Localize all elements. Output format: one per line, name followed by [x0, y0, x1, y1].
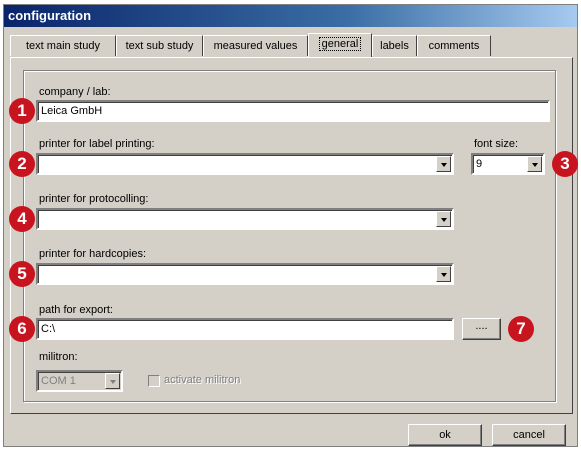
chevron-down-icon[interactable] — [527, 156, 542, 172]
browse-button[interactable]: .... — [462, 318, 501, 340]
chevron-down-icon[interactable] — [436, 156, 451, 172]
tab-label: labels — [380, 40, 409, 52]
title-bar: configuration — [4, 5, 577, 27]
protocol-printer-select[interactable] — [36, 208, 454, 230]
activate-militron-checkbox[interactable] — [148, 375, 160, 387]
export-path-input[interactable]: C:\ — [36, 318, 454, 340]
export-path-label: path for export: — [39, 304, 113, 316]
callout-badge-2: 2 — [9, 151, 35, 177]
tab-label: general — [318, 37, 362, 51]
callout-badge-6: 6 — [9, 316, 35, 342]
callout-badge-7: 7 — [508, 316, 534, 342]
tab-label: comments — [428, 40, 480, 52]
callout-badge-1: 1 — [9, 98, 35, 124]
label-printer-label: printer for label printing: — [39, 138, 155, 150]
tab-text-main-study[interactable]: text main study — [10, 35, 116, 56]
hardcopy-printer-select[interactable] — [36, 263, 454, 285]
tab-general[interactable]: general — [308, 33, 372, 57]
label-printer-select[interactable] — [36, 153, 454, 175]
tab-comments[interactable]: comments — [417, 35, 491, 56]
hardcopy-printer-label: printer for hardcopies: — [39, 248, 146, 260]
protocol-printer-label: printer for protocolling: — [39, 193, 149, 205]
font-size-select[interactable]: 9 — [471, 153, 545, 175]
font-size-label: font size: — [474, 138, 519, 150]
chevron-down-icon[interactable] — [436, 211, 451, 227]
chevron-down-icon[interactable] — [105, 373, 120, 389]
tab-label: text main study — [26, 40, 100, 52]
font-size-value: 9 — [476, 158, 483, 170]
cancel-button[interactable]: cancel — [492, 424, 566, 446]
militron-port-value: COM 1 — [41, 375, 76, 387]
tab-measured-values[interactable]: measured values — [203, 35, 308, 56]
militron-port-select[interactable]: COM 1 — [36, 370, 123, 392]
militron-label: militron: — [39, 351, 78, 363]
callout-badge-5: 5 — [9, 261, 35, 287]
callout-badge-4: 4 — [9, 206, 35, 232]
tab-label: measured values — [213, 40, 298, 52]
tab-label: text sub study — [125, 40, 194, 52]
tab-text-sub-study[interactable]: text sub study — [116, 35, 203, 56]
company-input[interactable]: Leica GmbH — [36, 100, 550, 122]
tab-labels[interactable]: labels — [372, 35, 417, 56]
ok-button[interactable]: ok — [408, 424, 482, 446]
chevron-down-icon[interactable] — [436, 266, 451, 282]
callout-badge-3: 3 — [552, 151, 578, 177]
activate-militron-label: activate militron — [164, 374, 241, 386]
company-label: company / lab: — [39, 86, 111, 98]
